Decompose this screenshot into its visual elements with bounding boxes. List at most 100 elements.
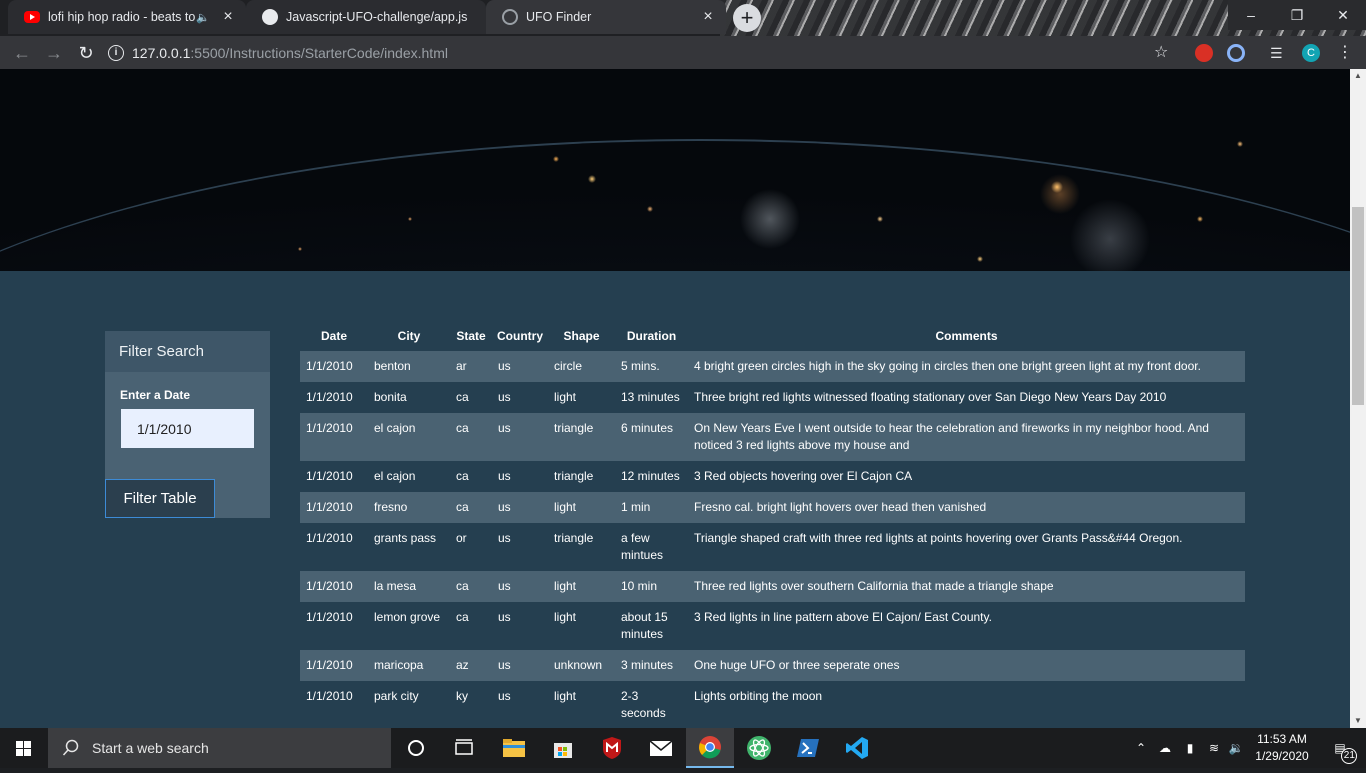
cell-city: el cajon: [374, 469, 416, 483]
window-close-icon[interactable]: ✕: [1320, 0, 1366, 30]
col-comments: Comments: [935, 329, 998, 343]
vscode-button[interactable]: [833, 728, 881, 768]
cell-date: 1/1/2010: [306, 500, 353, 514]
cell-country: us: [498, 469, 511, 483]
forward-icon[interactable]: →: [42, 41, 66, 65]
scroll-thumb[interactable]: [1352, 207, 1364, 405]
cell-duration: 13 minutes: [621, 390, 680, 404]
extension-circle-icon[interactable]: [1227, 44, 1245, 62]
minimize-icon[interactable]: –: [1228, 0, 1274, 30]
reload-icon[interactable]: ↻: [74, 41, 98, 65]
mcafee-button[interactable]: [588, 728, 636, 768]
new-tab-button[interactable]: +: [733, 4, 761, 32]
task-view-button[interactable]: [440, 728, 488, 768]
cell-shape: circle: [554, 359, 583, 373]
extension-stop-icon[interactable]: [1195, 44, 1213, 62]
cell-state: ca: [456, 579, 469, 593]
action-center-button[interactable]: ▤ 21: [1320, 728, 1360, 768]
cell-country: us: [498, 500, 511, 514]
cell-city: park city: [374, 689, 419, 703]
close-icon[interactable]: ×: [220, 8, 236, 26]
wifi-icon[interactable]: ≋: [1204, 728, 1224, 768]
cell-city: benton: [374, 359, 411, 373]
cell-comments: 4 bright green circles high in the sky g…: [694, 359, 1201, 373]
file-explorer-button[interactable]: [490, 728, 538, 768]
cell-shape: light: [554, 579, 577, 593]
cell-shape: triangle: [554, 421, 594, 435]
store-button[interactable]: [539, 728, 587, 768]
cortana-button[interactable]: [392, 728, 440, 768]
atom-button[interactable]: [735, 728, 783, 768]
cell-comments: Lights orbiting the moon: [694, 689, 823, 703]
restore-icon[interactable]: ❐: [1274, 0, 1320, 30]
tab-github[interactable]: Javascript-UFO-challenge/app.js: [246, 0, 486, 34]
taskbar-search-box[interactable]: Start a web search: [48, 728, 391, 768]
cell-state: ca: [456, 500, 469, 514]
cell-city: lemon grove: [374, 610, 441, 624]
address-bar[interactable]: i 127.0.0.1:5500/Instructions/StarterCod…: [108, 40, 1188, 66]
battery-icon[interactable]: ▮: [1180, 728, 1200, 768]
chrome-icon: [699, 736, 721, 759]
table-header-row: Date City State Country Shape Duration C…: [300, 321, 1245, 351]
url-path: :5500/Instructions/StarterCode/index.htm…: [190, 45, 448, 61]
volume-icon[interactable]: 🔉: [1226, 728, 1246, 768]
browser-toolbar: ← → ↻ i 127.0.0.1:5500/Instructions/Star…: [0, 36, 1366, 69]
date-input[interactable]: [121, 409, 254, 448]
table-row: 1/1/2010 park city ky us light 2-3 seconds Lig…: [300, 681, 1245, 728]
cell-date: 1/1/2010: [306, 610, 353, 624]
cell-comments: Three red lights over southern Californi…: [694, 579, 1054, 593]
cell-city: bonita: [374, 390, 407, 404]
media-queue-icon[interactable]: ☰: [1270, 44, 1288, 62]
cortana-icon: [408, 740, 424, 756]
scroll-down-icon[interactable]: ▼: [1350, 714, 1366, 728]
cell-comments: Fresno cal. bright light hovers over hea…: [694, 500, 987, 514]
cell-duration: 3 minutes: [621, 658, 674, 672]
table-row: 1/1/2010 bonita ca us light 13 minutes Three b…: [300, 382, 1245, 413]
info-icon[interactable]: i: [108, 45, 124, 61]
bookmark-star-icon[interactable]: ☆: [1154, 44, 1172, 62]
cell-shape: triangle: [554, 469, 594, 483]
tab-lofi[interactable]: lofi hip hop radio - beats to r 🔈 ×: [8, 0, 246, 34]
mail-button[interactable]: [637, 728, 685, 768]
tab-ufo-finder[interactable]: UFO Finder ×: [486, 0, 726, 34]
search-icon: [62, 739, 79, 756]
url-host: 127.0.0.1: [132, 45, 191, 61]
search-placeholder: Start a web search: [92, 740, 209, 756]
cell-date: 1/1/2010: [306, 469, 353, 483]
cell-city: la mesa: [374, 579, 417, 593]
page-viewport: Filter Search Enter a Date Filter Table …: [0, 69, 1350, 728]
clock-time: 11:53 AM: [1257, 732, 1307, 746]
back-icon[interactable]: ←: [10, 41, 34, 65]
speaker-icon[interactable]: 🔈: [196, 11, 210, 24]
cell-state: ca: [456, 469, 469, 483]
filter-table-button[interactable]: Filter Table: [105, 479, 215, 518]
cell-city: el cajon: [374, 421, 416, 435]
col-date: Date: [320, 329, 347, 343]
notification-count: 21: [1341, 748, 1358, 764]
notification-icon: ▤ 21: [1334, 741, 1358, 764]
profile-avatar[interactable]: C: [1302, 44, 1320, 62]
task-view-icon: [455, 739, 473, 755]
windows-start-button[interactable]: [0, 728, 48, 768]
onedrive-icon[interactable]: ☁: [1154, 728, 1176, 768]
date-label: Enter a Date: [120, 388, 191, 402]
menu-kebab-icon[interactable]: ⋮: [1336, 44, 1354, 62]
file-explorer-icon: [503, 739, 525, 757]
page-scrollbar[interactable]: ▲ ▼: [1350, 69, 1366, 728]
cell-city: grants pass: [374, 531, 437, 545]
close-icon[interactable]: ×: [700, 8, 716, 26]
clock[interactable]: 11:53 AM 1/29/2020: [1250, 728, 1314, 768]
cell-date: 1/1/2010: [306, 421, 353, 435]
table-row: 1/1/2010 benton ar us circle 5 mins. 4 bright …: [300, 351, 1245, 382]
cell-country: us: [498, 531, 511, 545]
powershell-button[interactable]: [784, 728, 832, 768]
browser-tabstrip: lofi hip hop radio - beats to r 🔈 × Java…: [0, 0, 1366, 36]
cell-city: maricopa: [374, 658, 424, 672]
table-row: 1/1/2010 la mesa ca us light 10 min Three red …: [300, 571, 1245, 602]
tray-chevron-icon[interactable]: ⌃: [1132, 728, 1150, 768]
cell-shape: light: [554, 390, 577, 404]
cell-duration: 10 min: [621, 579, 658, 593]
chrome-button[interactable]: [686, 728, 734, 768]
cell-state: or: [456, 531, 467, 545]
scroll-up-icon[interactable]: ▲: [1350, 69, 1366, 83]
